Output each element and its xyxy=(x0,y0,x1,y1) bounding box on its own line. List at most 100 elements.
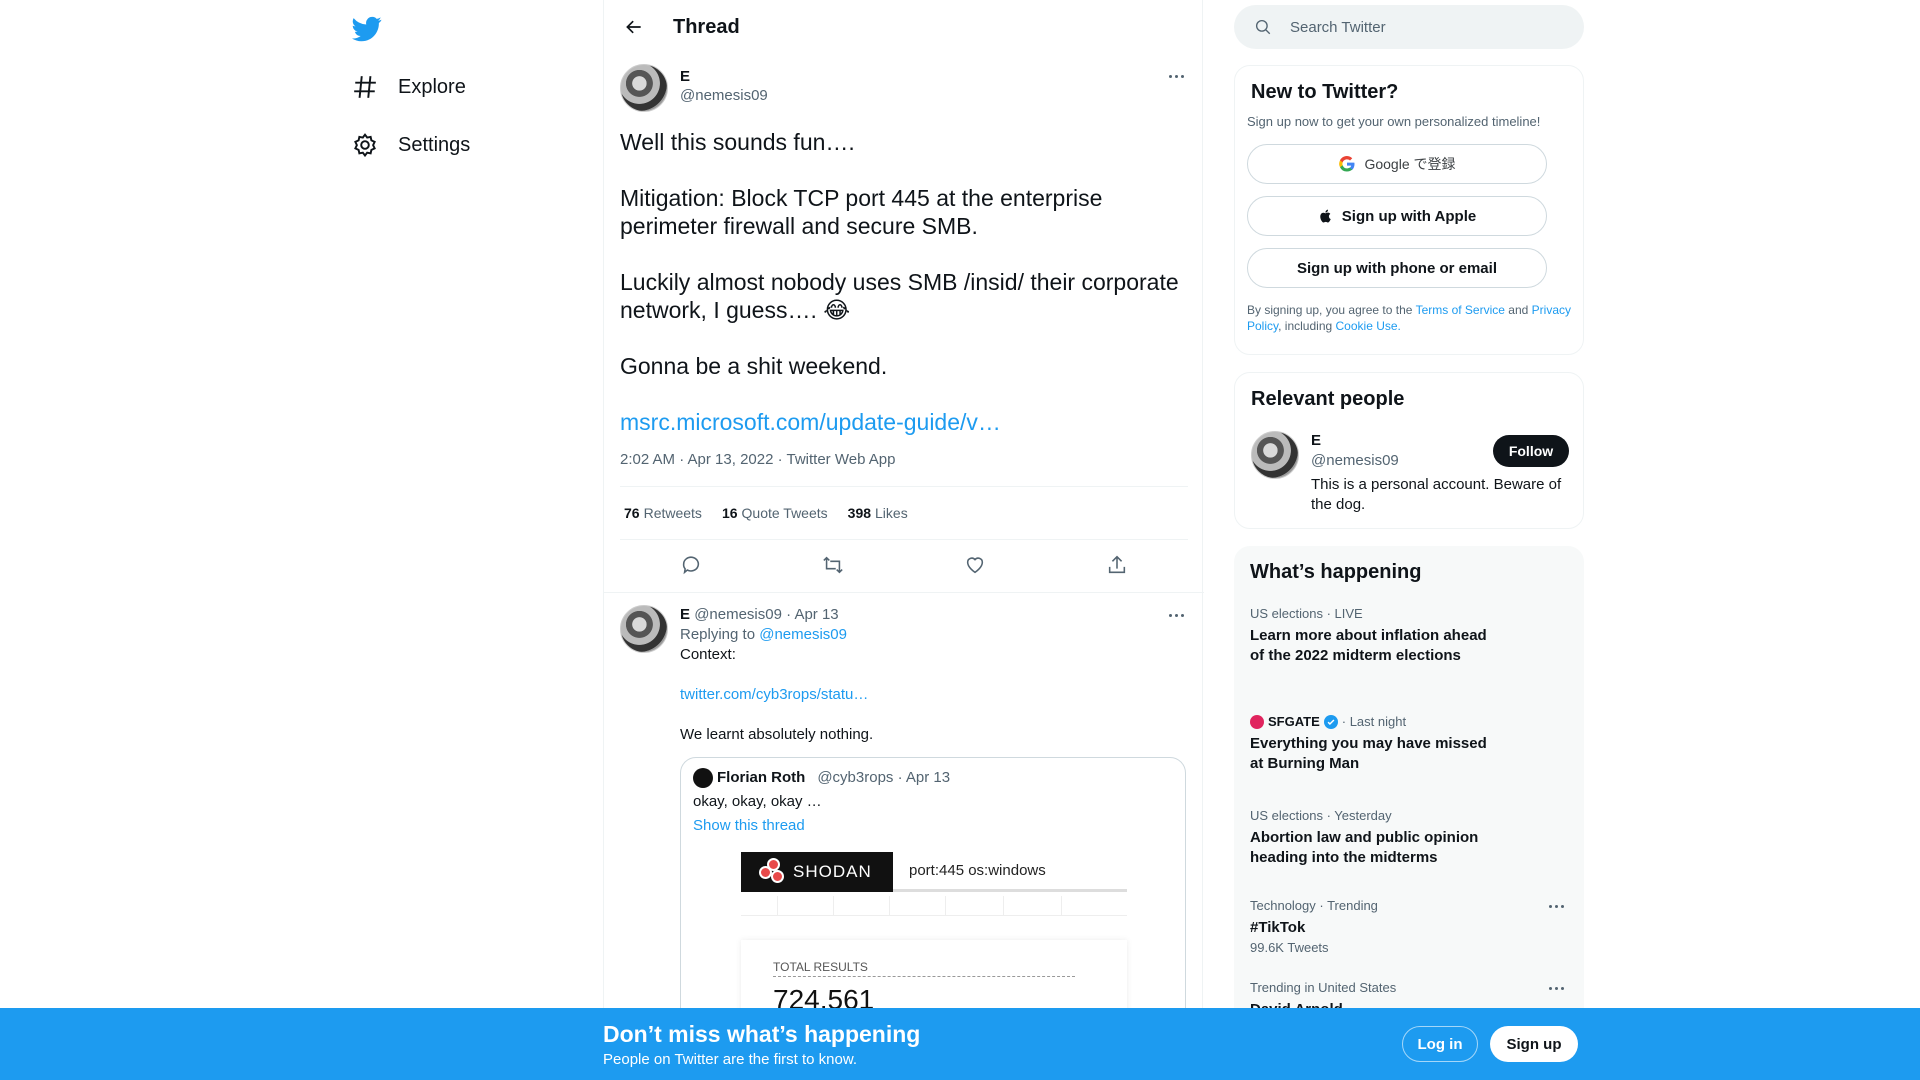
more-options-icon[interactable] xyxy=(1164,66,1188,86)
quote-tweet[interactable]: Florian Roth @cyb3rops · Apr 13 okay, ok… xyxy=(680,757,1186,1027)
tweet-paragraph: Luckily almost nobody uses SMB /insid/ t… xyxy=(620,269,1179,323)
nav-settings[interactable]: Settings xyxy=(352,125,470,165)
author-name[interactable]: E xyxy=(680,68,768,86)
verified-icon xyxy=(1323,715,1338,729)
trend-meta: Technology · Trending xyxy=(1250,898,1378,913)
person-bio: This is a personal account. Beware of th… xyxy=(1311,476,1562,513)
person-handle[interactable]: @nemesis09 xyxy=(1311,451,1491,471)
phone-email-signup-button[interactable]: Sign up with phone or email xyxy=(1247,248,1547,288)
search-icon xyxy=(1255,19,1271,35)
arrow-left-icon xyxy=(626,20,641,34)
trend-meta: US elections · LIVE xyxy=(1250,606,1363,621)
trend-count: 99.6K Tweets xyxy=(1250,940,1329,955)
more-options-icon[interactable] xyxy=(1164,605,1188,625)
reply-tweet[interactable]: E @nemesis09 · Apr 13 Replying to @nemes… xyxy=(604,592,1204,1027)
likes-stat[interactable]: 398 Likes xyxy=(848,505,908,521)
panel-title: What’s happening xyxy=(1250,561,1422,583)
whats-happening-panel: What’s happening US elections · LIVE Lea… xyxy=(1234,546,1584,1066)
hashtag-icon xyxy=(354,76,376,98)
main-tweet: E @nemesis09 Well this sounds fun…. Miti… xyxy=(620,64,1188,590)
terms-text: By signing up, you agree to the Terms of… xyxy=(1247,303,1571,333)
login-button[interactable]: Log in xyxy=(1402,1026,1478,1062)
nav-settings-label: Settings xyxy=(398,133,471,156)
apple-icon xyxy=(1320,209,1331,223)
tweet-stats: 76 Retweets 16 Quote Tweets 398 Likes xyxy=(620,487,1188,539)
tweet-link[interactable]: msrc.microsoft.com/update-guide/v… xyxy=(620,408,1188,436)
search-input[interactable]: Search Twitter xyxy=(1234,5,1584,49)
terms-of-service-link[interactable]: Terms of Service xyxy=(1416,303,1505,317)
trend-title: #TikTok xyxy=(1250,919,1306,936)
avatar[interactable] xyxy=(1251,431,1299,479)
reply-author-name[interactable]: E xyxy=(680,606,690,623)
reply-header: E @nemesis09 · Apr 13 xyxy=(680,605,1188,625)
quote-tweets-stat[interactable]: 16 Quote Tweets xyxy=(722,505,828,521)
google-icon xyxy=(1339,155,1355,172)
retweet-icon xyxy=(823,556,843,574)
quote-text: okay, okay, okay … xyxy=(693,793,822,810)
panel-title: New to Twitter? xyxy=(1251,81,1399,103)
quote-author-name: Florian Roth xyxy=(717,769,806,786)
google-signup-button[interactable]: Google で登録 xyxy=(1247,144,1547,184)
thread-column: Thread E @nemesis09 Well this sounds fun… xyxy=(603,0,1204,1080)
shodan-search-bar: SHODAN port:445 os:windows xyxy=(741,852,1127,892)
heart-icon xyxy=(966,557,984,574)
page: Explore Settings Thread E @nemesis09 Wel… xyxy=(0,0,1920,1080)
shodan-query: port:445 os:windows xyxy=(909,862,1046,879)
trend-title: Abortion law and public opinion heading … xyxy=(1250,829,1479,866)
reply-link[interactable]: twitter.com/cyb3rops/statu… xyxy=(680,686,868,703)
signup-button[interactable]: Sign up xyxy=(1490,1026,1578,1062)
show-thread-link[interactable]: Show this thread xyxy=(693,816,1173,836)
quote-header: Florian Roth @cyb3rops · Apr 13 xyxy=(693,768,1173,788)
replying-to: Replying to @nemesis09 xyxy=(680,626,847,643)
trend-meta: SFGATE · Last night xyxy=(1250,714,1568,730)
person-name[interactable]: E xyxy=(1311,431,1491,451)
shodan-logo: SHODAN xyxy=(741,852,893,892)
banner-subtitle: People on Twitter are the first to know. xyxy=(603,1051,858,1068)
cookie-use-link[interactable]: Cookie Use. xyxy=(1336,319,1401,333)
reply-closing: We learnt absolutely nothing. xyxy=(680,726,874,743)
tweet-timestamp[interactable]: 2:02 AM · Apr 13, 2022 · Twitter Web App xyxy=(620,450,1188,470)
tweet-paragraph: Mitigation: Block TCP port 445 at the en… xyxy=(620,185,1103,239)
author-handle[interactable]: @nemesis09 xyxy=(680,86,768,106)
reply-button[interactable] xyxy=(674,548,708,582)
trend-item[interactable]: US elections · LIVE Learn more about inf… xyxy=(1250,606,1568,666)
new-to-twitter-panel: New to Twitter? Sign up now to get your … xyxy=(1234,65,1584,355)
tweet-paragraph: Well this sounds fun…. xyxy=(620,129,855,155)
more-options-icon[interactable] xyxy=(1544,980,1568,996)
retweets-stat[interactable]: 76 Retweets xyxy=(624,505,702,521)
more-options-icon[interactable] xyxy=(1544,898,1568,914)
person-card[interactable]: E @nemesis09 This is a personal account.… xyxy=(1251,431,1569,515)
tweet-header: E @nemesis09 xyxy=(620,64,1188,112)
trend-item[interactable]: US elections · Yesterday Abortion law an… xyxy=(1250,808,1568,868)
quote-meta: @cyb3rops · Apr 13 xyxy=(817,769,951,786)
nav-explore[interactable]: Explore xyxy=(352,67,466,107)
trend-title: Learn more about inflation ahead of the … xyxy=(1250,627,1487,664)
share-icon xyxy=(1108,555,1126,574)
apple-signup-button[interactable]: Sign up with Apple xyxy=(1247,196,1547,236)
page-title: Thread xyxy=(673,15,740,38)
trend-meta: US elections · Yesterday xyxy=(1250,808,1392,823)
tweet-paragraph: Gonna be a shit weekend. xyxy=(620,353,888,379)
back-button[interactable] xyxy=(620,13,648,41)
panel-title: Relevant people xyxy=(1251,388,1405,410)
quote-image[interactable]: SHODAN port:445 os:windows TOTAL RESULTS… xyxy=(741,852,1127,1026)
table-grid xyxy=(741,896,1127,916)
trend-item[interactable]: Technology · Trending #TikTok 99.6K Twee… xyxy=(1250,898,1568,956)
share-button[interactable] xyxy=(1100,548,1134,582)
tweet-text: Well this sounds fun…. Mitigation: Block… xyxy=(620,128,1188,380)
avatar[interactable] xyxy=(620,64,668,112)
replying-to-handle[interactable]: @nemesis09 xyxy=(759,626,847,643)
twitter-logo-icon[interactable] xyxy=(352,14,382,44)
trend-item[interactable]: SFGATE · Last night Everything you may h… xyxy=(1250,714,1568,774)
avatar xyxy=(693,768,713,788)
panel-subtitle: Sign up now to get your own personalized… xyxy=(1247,114,1541,129)
reply-meta: @nemesis09 · Apr 13 xyxy=(694,606,839,623)
thread-header: Thread xyxy=(604,0,1202,54)
follow-button[interactable]: Follow xyxy=(1493,435,1569,467)
avatar[interactable] xyxy=(620,605,668,653)
relevant-people-panel: Relevant people E @nemesis09 This is a p… xyxy=(1234,372,1584,529)
like-button[interactable] xyxy=(958,548,992,582)
retweet-button[interactable] xyxy=(816,548,850,582)
reply-context: Context: xyxy=(680,646,736,663)
trend-title: Everything you may have missed at Burnin… xyxy=(1250,735,1487,772)
